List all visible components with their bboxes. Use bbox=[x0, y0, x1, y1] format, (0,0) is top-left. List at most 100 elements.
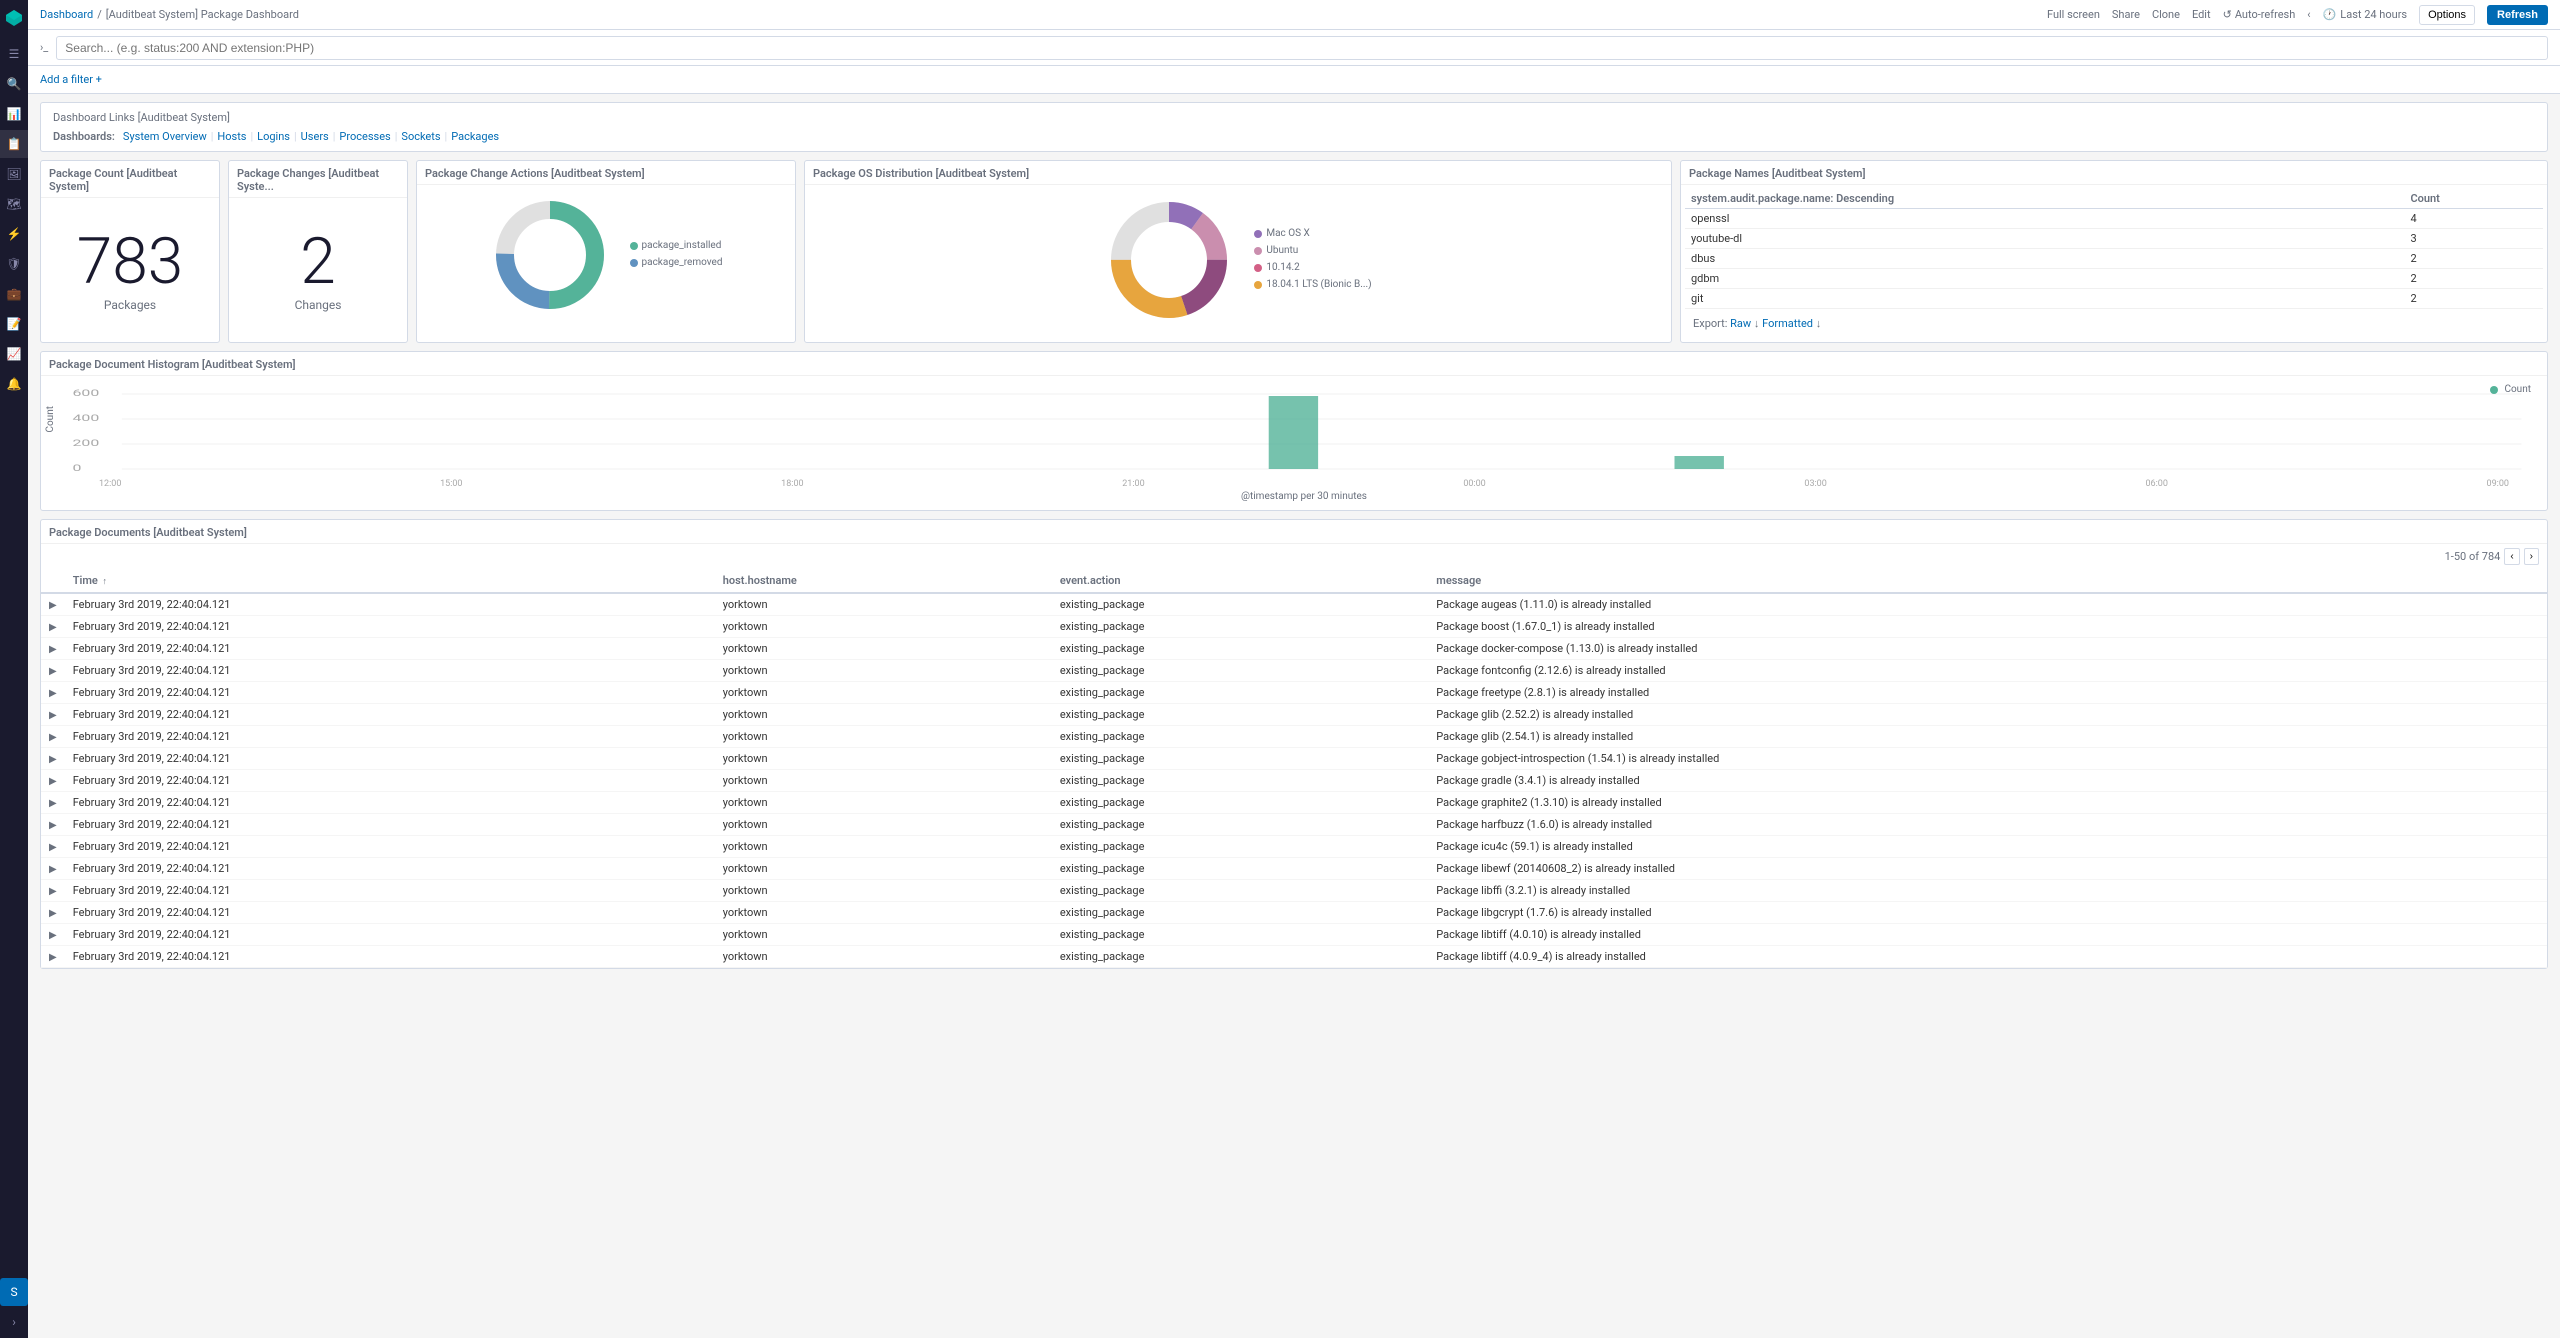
link-hosts[interactable]: Hosts bbox=[217, 130, 246, 143]
time-cell: February 3rd 2019, 22:40:04.121 bbox=[65, 880, 715, 902]
dashboards-label: Dashboards: bbox=[53, 130, 115, 143]
table-row[interactable]: gdbm2 bbox=[1685, 269, 2543, 289]
table-row[interactable]: youtube-dl3 bbox=[1685, 229, 2543, 249]
row-expand-button[interactable]: ▶ bbox=[49, 754, 57, 765]
col-hostname-header[interactable]: host.hostname bbox=[715, 569, 1052, 593]
table-row[interactable]: ▶ February 3rd 2019, 22:40:04.121 yorkto… bbox=[41, 593, 2547, 616]
edit-button[interactable]: Edit bbox=[2192, 8, 2211, 21]
table-row[interactable]: ▶ February 3rd 2019, 22:40:04.121 yorkto… bbox=[41, 726, 2547, 748]
event-action-cell: existing_package bbox=[1052, 858, 1428, 880]
row-expand-button[interactable]: ▶ bbox=[49, 600, 57, 611]
app-logo[interactable] bbox=[4, 8, 24, 28]
row-expand-button[interactable]: ▶ bbox=[49, 666, 57, 677]
table-row[interactable]: ▶ February 3rd 2019, 22:40:04.121 yorkto… bbox=[41, 638, 2547, 660]
sidebar-expand[interactable]: › bbox=[0, 1308, 28, 1336]
col-message-header[interactable]: message bbox=[1428, 569, 2547, 593]
refresh-icon: ↺ bbox=[2223, 8, 2232, 21]
sidebar-discover[interactable]: 🔍 bbox=[0, 70, 28, 98]
row-expand-button[interactable]: ▶ bbox=[49, 820, 57, 831]
next-page-button[interactable]: › bbox=[2524, 548, 2539, 565]
histogram-y-label: Count bbox=[45, 406, 56, 433]
table-row[interactable]: ▶ February 3rd 2019, 22:40:04.121 yorkto… bbox=[41, 682, 2547, 704]
search-input[interactable] bbox=[56, 36, 2548, 60]
col-count-header[interactable]: Count bbox=[2404, 189, 2543, 209]
table-row[interactable]: ▶ February 3rd 2019, 22:40:04.121 yorkto… bbox=[41, 946, 2547, 968]
sidebar-uptime[interactable]: 🔔 bbox=[0, 370, 28, 398]
prev-page-button[interactable]: ‹ bbox=[2504, 548, 2519, 565]
row-expand-button[interactable]: ▶ bbox=[49, 930, 57, 941]
full-screen-button[interactable]: Full screen bbox=[2047, 8, 2100, 21]
table-row[interactable]: ▶ February 3rd 2019, 22:40:04.121 yorkto… bbox=[41, 902, 2547, 924]
table-row[interactable]: ▶ February 3rd 2019, 22:40:04.121 yorkto… bbox=[41, 616, 2547, 638]
add-filter-button[interactable]: Add a filter + bbox=[40, 73, 102, 86]
table-row[interactable]: ▶ February 3rd 2019, 22:40:04.121 yorkto… bbox=[41, 660, 2547, 682]
table-row[interactable]: dbus2 bbox=[1685, 249, 2543, 269]
row-expand-button[interactable]: ▶ bbox=[49, 952, 57, 963]
table-row[interactable]: ▶ February 3rd 2019, 22:40:04.121 yorkto… bbox=[41, 792, 2547, 814]
table-row[interactable]: git2 bbox=[1685, 289, 2543, 309]
event-action-cell: existing_package bbox=[1052, 814, 1428, 836]
clock-icon: 🕐 bbox=[2323, 8, 2337, 21]
row-expand-button[interactable]: ▶ bbox=[49, 622, 57, 633]
row-expand-button[interactable]: ▶ bbox=[49, 864, 57, 875]
time-range-picker[interactable]: 🕐 Last 24 hours bbox=[2323, 8, 2408, 21]
row-expand-button[interactable]: ▶ bbox=[49, 842, 57, 853]
sidebar-infrastructure[interactable]: 💼 bbox=[0, 280, 28, 308]
prev-time-button[interactable]: ‹ bbox=[2307, 8, 2310, 21]
sidebar-visualize[interactable]: 📊 bbox=[0, 100, 28, 128]
export-raw[interactable]: Raw bbox=[1730, 317, 1751, 330]
row-expand-button[interactable]: ▶ bbox=[49, 710, 57, 721]
link-system-overview[interactable]: System Overview bbox=[123, 130, 207, 143]
sidebar-logs[interactable]: 📝 bbox=[0, 310, 28, 338]
export-formatted[interactable]: Formatted bbox=[1762, 317, 1813, 330]
table-row[interactable]: ▶ February 3rd 2019, 22:40:04.121 yorkto… bbox=[41, 770, 2547, 792]
sidebar-canvas[interactable]: 🖼 bbox=[0, 160, 28, 188]
pagination-info: 1-50 of 784 bbox=[2445, 550, 2501, 563]
table-row[interactable]: ▶ February 3rd 2019, 22:40:04.121 yorkto… bbox=[41, 880, 2547, 902]
table-row[interactable]: ▶ February 3rd 2019, 22:40:04.121 yorkto… bbox=[41, 924, 2547, 946]
sidebar-toggle[interactable]: ☰ bbox=[0, 40, 28, 68]
hostname-cell: yorktown bbox=[715, 726, 1052, 748]
table-row[interactable]: openssl4 bbox=[1685, 209, 2543, 229]
share-button[interactable]: Share bbox=[2112, 8, 2140, 21]
sidebar-dashboard[interactable]: 📋 bbox=[0, 130, 28, 158]
options-button[interactable]: Options bbox=[2419, 5, 2475, 25]
link-processes[interactable]: Processes bbox=[339, 130, 390, 143]
legend-ubuntu: Ubuntu bbox=[1254, 245, 1371, 256]
refresh-button[interactable]: Refresh bbox=[2487, 5, 2548, 25]
link-logins[interactable]: Logins bbox=[257, 130, 290, 143]
row-expand-button[interactable]: ▶ bbox=[49, 908, 57, 919]
link-packages[interactable]: Packages bbox=[451, 130, 499, 143]
clone-button[interactable]: Clone bbox=[2152, 8, 2180, 21]
sidebar-ml[interactable]: ⚡ bbox=[0, 220, 28, 248]
row-expand-button[interactable]: ▶ bbox=[49, 798, 57, 809]
link-users[interactable]: Users bbox=[301, 130, 329, 143]
package-count-cell: 4 bbox=[2404, 209, 2543, 229]
table-row[interactable]: ▶ February 3rd 2019, 22:40:04.121 yorkto… bbox=[41, 704, 2547, 726]
breadcrumb-dashboard[interactable]: Dashboard bbox=[40, 8, 93, 21]
package-names-panel: Package Names [Auditbeat System] system.… bbox=[1680, 160, 2548, 343]
table-row[interactable]: ▶ February 3rd 2019, 22:40:04.121 yorkto… bbox=[41, 814, 2547, 836]
row-expand-button[interactable]: ▶ bbox=[49, 644, 57, 655]
col-event-action-header[interactable]: event.action bbox=[1052, 569, 1428, 593]
auto-refresh-toggle[interactable]: ↺ Auto-refresh bbox=[2223, 8, 2296, 21]
row-expand-button[interactable]: ▶ bbox=[49, 886, 57, 897]
hostname-cell: yorktown bbox=[715, 946, 1052, 968]
table-row[interactable]: ▶ February 3rd 2019, 22:40:04.121 yorkto… bbox=[41, 836, 2547, 858]
sidebar-siem[interactable]: 🛡 bbox=[0, 250, 28, 278]
col-time-header[interactable]: Time ↑ bbox=[65, 569, 715, 593]
histogram-panel: Package Document Histogram [Auditbeat Sy… bbox=[40, 351, 2548, 511]
sidebar-spaces[interactable]: S bbox=[0, 1278, 28, 1306]
table-row[interactable]: ▶ February 3rd 2019, 22:40:04.121 yorkto… bbox=[41, 858, 2547, 880]
row-expand-button[interactable]: ▶ bbox=[49, 688, 57, 699]
event-action-cell: existing_package bbox=[1052, 946, 1428, 968]
row-expand-button[interactable]: ▶ bbox=[49, 776, 57, 787]
table-row[interactable]: ▶ February 3rd 2019, 22:40:04.121 yorkto… bbox=[41, 748, 2547, 770]
col-name-header[interactable]: system.audit.package.name: Descending bbox=[1685, 189, 2404, 209]
sidebar-maps[interactable]: 🗺 bbox=[0, 190, 28, 218]
sidebar-apm[interactable]: 📈 bbox=[0, 340, 28, 368]
row-expand-button[interactable]: ▶ bbox=[49, 732, 57, 743]
hostname-cell: yorktown bbox=[715, 704, 1052, 726]
histogram-title: Package Document Histogram [Auditbeat Sy… bbox=[41, 352, 2547, 376]
link-sockets[interactable]: Sockets bbox=[401, 130, 440, 143]
